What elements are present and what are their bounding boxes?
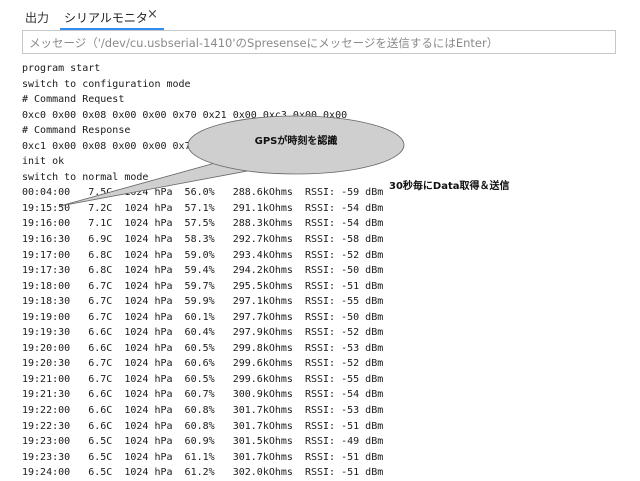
message-input[interactable]: メッセージ（'/dev/cu.usbserial-1410'のSpresense… [22,30,616,54]
tab-bar: 出力 シリアルモニタ × [0,0,640,30]
log-line: 19:15:50 7.2C 1024 hPa 57.1% 291.1kOhms … [22,202,384,214]
log-line: 19:21:00 6.7C 1024 hPa 60.5% 299.6kOhms … [22,373,384,385]
log-line: 19:21:30 6.6C 1024 hPa 60.7% 300.9kOhms … [22,389,384,401]
log-line: 19:22:00 6.6C 1024 hPa 60.8% 301.7kOhms … [22,405,384,417]
log-line: 00:04:00 7.5C 1024 hPa 56.0% 288.6kOhms … [22,187,384,199]
log-line: 19:17:30 6.8C 1024 hPa 59.4% 294.2kOhms … [22,265,384,277]
tab-serial-monitor[interactable]: シリアルモニタ [64,9,148,26]
close-icon[interactable]: × [147,7,158,22]
log-line: 19:23:30 6.5C 1024 hPa 61.1% 301.7kOhms … [22,451,384,463]
interval-annotation: 30秒毎にData取得＆送信 [389,181,510,192]
tab-output[interactable]: 出力 [25,9,49,26]
log-line: 19:23:00 6.5C 1024 hPa 60.9% 301.5kOhms … [22,436,384,448]
log-line: 19:24:00 6.5C 1024 hPa 61.2% 302.0kOhms … [22,467,384,479]
serial-output-log: program start switch to configuration mod… [22,61,383,481]
gps-annotation: GPSが時刻を認識 [254,136,338,147]
log-line: 0xc0 0x00 0x08 0x00 0x00 0x70 0x21 0x00 … [22,109,348,121]
log-line: program start [22,63,101,74]
log-line: 19:19:30 6.6C 1024 hPa 60.4% 297.9kOhms … [22,327,384,339]
log-line: switch to normal mode [22,171,149,183]
log-line: 19:16:30 6.9C 1024 hPa 58.3% 292.7kOhms … [22,234,384,246]
log-line: switch to configuration mode [22,78,191,90]
log-line: 19:16:00 7.1C 1024 hPa 57.5% 288.3kOhms … [22,218,384,230]
log-line: 19:18:00 6.7C 1024 hPa 59.7% 295.5kOhms … [22,280,384,292]
log-line: 19:20:00 6.6C 1024 hPa 60.5% 299.8kOhms … [22,342,384,354]
log-line: 19:18:30 6.7C 1024 hPa 59.9% 297.1kOhms … [22,296,384,308]
log-line: init ok [22,156,65,168]
log-line: 19:22:30 6.6C 1024 hPa 60.8% 301.7kOhms … [22,420,384,432]
log-line: # Command Request [22,94,125,106]
log-line: 19:19:00 6.7C 1024 hPa 60.1% 297.7kOhms … [22,311,384,323]
log-line: 19:17:00 6.8C 1024 hPa 59.0% 293.4kOhms … [22,249,384,261]
log-line: 19:20:30 6.7C 1024 hPa 60.6% 299.6kOhms … [22,358,384,370]
